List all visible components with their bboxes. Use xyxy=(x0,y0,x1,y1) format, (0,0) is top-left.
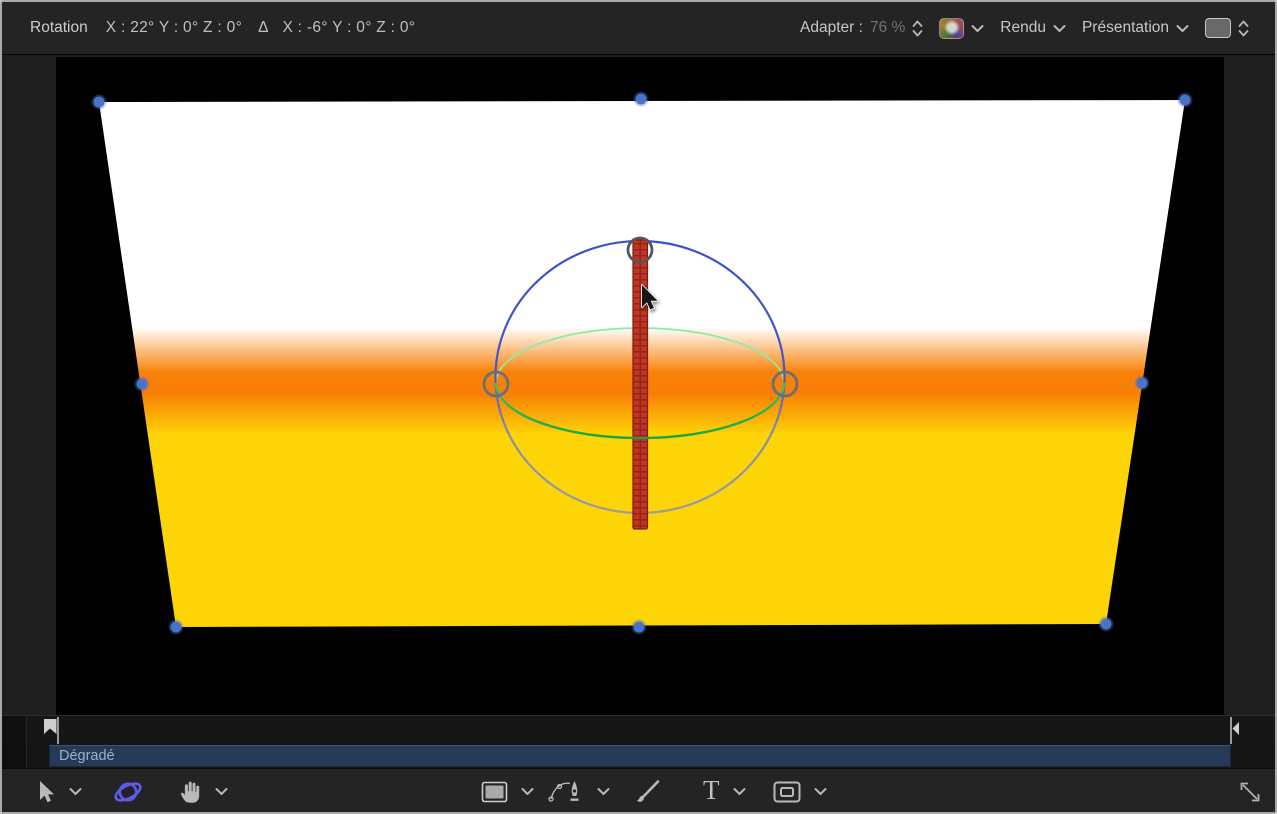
zoom-level-control[interactable]: Adapter : 76 % xyxy=(800,19,923,37)
play-range-in-marker[interactable] xyxy=(40,717,64,744)
timeline-left-gutter xyxy=(2,716,27,744)
selection-handle[interactable] xyxy=(94,97,105,108)
mask-shape-tool[interactable] xyxy=(773,769,827,814)
canvas-toolbar: T xyxy=(2,768,1275,814)
diagonal-resize-icon xyxy=(1237,779,1263,805)
selection-handle[interactable] xyxy=(137,379,148,390)
3d-transform-tool-active[interactable] xyxy=(112,769,144,814)
select-transform-tool[interactable] xyxy=(36,769,82,814)
canvas-scene xyxy=(56,57,1224,715)
paint-stroke-tool[interactable] xyxy=(634,769,662,814)
rounded-rect-mask-icon xyxy=(773,781,801,803)
3d-orbit-icon xyxy=(112,777,144,807)
chevron-down-icon[interactable] xyxy=(597,787,610,796)
chevron-down-icon[interactable] xyxy=(215,787,228,796)
selection-handle[interactable] xyxy=(634,622,645,633)
arrow-cursor-icon xyxy=(36,780,56,804)
mini-timeline-ruler[interactable] xyxy=(2,715,1275,744)
chevron-down-icon[interactable] xyxy=(521,787,534,796)
rectangle-shape-tool[interactable] xyxy=(481,769,534,814)
display-rectangle-icon xyxy=(1205,18,1231,38)
canvas-viewport[interactable] xyxy=(56,57,1224,715)
text-tool-icon: T xyxy=(703,777,720,804)
y-axis-handle[interactable] xyxy=(633,240,648,529)
chevron-down-icon[interactable] xyxy=(814,787,827,796)
play-range-out-marker[interactable] xyxy=(1223,717,1241,744)
paintbrush-icon xyxy=(634,779,662,805)
timing-display: Dégradé xyxy=(2,744,1275,768)
view-presentation-menu[interactable]: Présentation xyxy=(1082,19,1189,37)
delta-symbol: Δ xyxy=(258,19,268,37)
channels-menu[interactable] xyxy=(939,18,984,39)
text-tool[interactable]: T xyxy=(703,769,746,814)
rotation-status: Rotation X : 22° Y : 0° Z : 0° Δ X : -6°… xyxy=(30,19,415,37)
chevron-down-icon[interactable] xyxy=(733,787,746,796)
selection-handle[interactable] xyxy=(1101,619,1112,630)
stepper-icon[interactable] xyxy=(1238,20,1249,37)
track-label: Dégradé xyxy=(59,748,115,764)
delta-values: X : -6° Y : 0° Z : 0° xyxy=(282,19,415,37)
rectangle-icon xyxy=(481,781,508,803)
hand-icon xyxy=(178,779,202,804)
canvas-status-bar: Rotation X : 22° Y : 0° Z : 0° Δ X : -6°… xyxy=(2,2,1275,55)
motion-canvas-window: Rotation X : 22° Y : 0° Z : 0° Δ X : -6°… xyxy=(0,0,1277,814)
selection-handle[interactable] xyxy=(1137,378,1148,389)
rotation-label: Rotation xyxy=(30,19,88,37)
selection-handle[interactable] xyxy=(1180,95,1191,106)
bezier-pen-tool[interactable] xyxy=(548,769,610,814)
selection-handle[interactable] xyxy=(636,94,647,105)
color-channels-icon xyxy=(939,18,964,39)
chevron-down-icon xyxy=(971,24,984,33)
chevron-down-icon xyxy=(1176,24,1189,33)
chevron-down-icon xyxy=(1053,24,1066,33)
zoom-label: Adapter : xyxy=(800,19,863,37)
track-left-gutter xyxy=(2,744,27,768)
presentation-menu-label: Présentation xyxy=(1082,19,1169,37)
pan-hand-tool[interactable] xyxy=(178,769,228,814)
zoom-value: 76 % xyxy=(870,19,905,37)
render-menu[interactable]: Rendu xyxy=(1000,19,1066,37)
stepper-icon[interactable] xyxy=(912,20,923,37)
display-layout-control[interactable] xyxy=(1205,18,1249,38)
canvas-view-controls: Adapter : 76 % Rendu Pré xyxy=(800,18,1249,39)
selection-handle[interactable] xyxy=(171,622,182,633)
canvas-area xyxy=(2,55,1275,715)
render-menu-label: Rendu xyxy=(1000,19,1046,37)
gradient-track-bar[interactable]: Dégradé xyxy=(49,745,1231,767)
chevron-down-icon[interactable] xyxy=(69,787,82,796)
rotation-values: X : 22° Y : 0° Z : 0° xyxy=(106,19,242,37)
pen-bezier-icon xyxy=(548,779,584,805)
resize-timeline-control[interactable] xyxy=(1237,769,1263,814)
